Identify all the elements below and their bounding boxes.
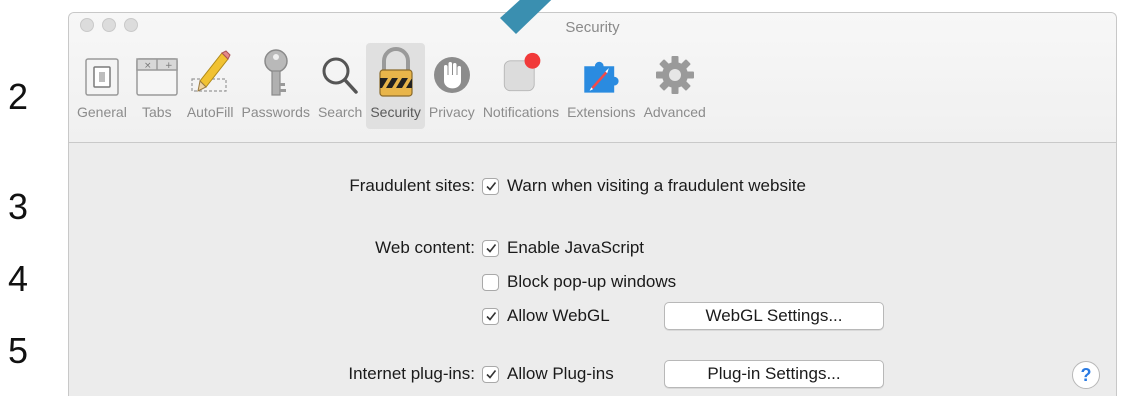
allow-plugins-option[interactable]: Allow Plug-ins	[482, 361, 614, 387]
warn-fraudulent-text: Warn when visiting a fraudulent website	[507, 176, 806, 195]
step-number-2: 2	[8, 76, 29, 117]
hand-icon	[430, 43, 474, 99]
general-switch-icon	[80, 43, 124, 99]
block-popups-text: Block pop-up windows	[507, 272, 677, 291]
tab-search-label: Search	[317, 104, 363, 120]
pencil-icon	[188, 43, 232, 99]
tab-tabs-label: Tabs	[142, 104, 172, 120]
padlock-icon	[374, 43, 418, 99]
tab-notifications[interactable]: Notifications	[479, 43, 563, 129]
step-number-4: 4	[8, 258, 29, 299]
step-number-5: 5	[8, 330, 29, 371]
block-popups-option[interactable]: Block pop-up windows	[482, 269, 676, 295]
plugin-settings-button[interactable]: Plug-in Settings...	[664, 360, 884, 388]
internet-plugins-label: Internet plug-ins:	[348, 364, 475, 383]
checkmark-icon	[485, 312, 496, 321]
allow-plugins-checkbox[interactable]	[482, 365, 499, 383]
tab-extensions[interactable]: Extensions	[563, 43, 639, 129]
tab-extensions-label: Extensions	[567, 104, 636, 120]
tab-passwords[interactable]: Passwords	[238, 43, 314, 129]
help-button[interactable]: ?	[1072, 361, 1100, 389]
security-settings-panel: Fraudulent sites: Warn when visiting a f…	[69, 143, 1116, 396]
window-title: Security	[565, 19, 620, 36]
checkmark-icon	[485, 370, 496, 379]
tabs-icon: × +	[135, 43, 179, 99]
safari-preferences-window: Security General × + Tabs AutoFill Passw…	[68, 12, 1117, 396]
tab-security-label: Security	[370, 104, 421, 120]
svg-text:+: +	[165, 61, 173, 71]
key-icon	[254, 43, 298, 99]
enable-javascript-option[interactable]: Enable JavaScript	[482, 235, 644, 261]
tab-security[interactable]: Security	[366, 43, 425, 129]
magnifier-icon	[318, 43, 362, 99]
tab-general-label: General	[77, 104, 127, 120]
webgl-settings-button[interactable]: WebGL Settings...	[664, 302, 884, 330]
allow-webgl-option[interactable]: Allow WebGL	[482, 303, 610, 329]
titlebar: Security General × + Tabs AutoFill Passw…	[69, 13, 1116, 143]
tab-privacy[interactable]: Privacy	[425, 43, 479, 129]
svg-text:×: ×	[144, 61, 152, 71]
tab-privacy-label: Privacy	[428, 104, 475, 120]
allow-webgl-checkbox[interactable]	[482, 307, 499, 325]
fraudulent-sites-label: Fraudulent sites:	[349, 176, 475, 195]
block-popups-checkbox[interactable]	[482, 273, 499, 291]
tab-advanced-label: Advanced	[643, 104, 706, 120]
annotation-pointer-icon	[500, 0, 552, 34]
tab-general[interactable]: General	[73, 43, 131, 129]
tab-advanced[interactable]: Advanced	[640, 43, 710, 129]
checkmark-icon	[485, 182, 496, 191]
enable-javascript-text: Enable JavaScript	[507, 238, 645, 257]
allow-webgl-text: Allow WebGL	[507, 306, 610, 325]
warn-fraudulent-checkbox[interactable]	[482, 177, 499, 195]
web-content-label: Web content:	[375, 238, 475, 257]
preferences-toolbar: General × + Tabs AutoFill Passwords Sear…	[73, 43, 710, 129]
tab-passwords-label: Passwords	[241, 104, 310, 120]
allow-plugins-text: Allow Plug-ins	[507, 364, 614, 383]
tab-tabs[interactable]: × + Tabs	[131, 43, 183, 129]
tab-search[interactable]: Search	[314, 43, 366, 129]
tab-autofill[interactable]: AutoFill	[183, 43, 238, 129]
step-number-3: 3	[8, 186, 29, 227]
gear-icon	[653, 43, 697, 99]
tab-autofill-label: AutoFill	[186, 104, 234, 120]
puzzle-compass-icon	[579, 43, 623, 99]
enable-javascript-checkbox[interactable]	[482, 239, 499, 257]
warn-fraudulent-option[interactable]: Warn when visiting a fraudulent website	[482, 173, 806, 199]
notification-badge-icon	[499, 43, 543, 99]
tab-notifications-label: Notifications	[482, 104, 560, 120]
checkmark-icon	[485, 244, 496, 253]
